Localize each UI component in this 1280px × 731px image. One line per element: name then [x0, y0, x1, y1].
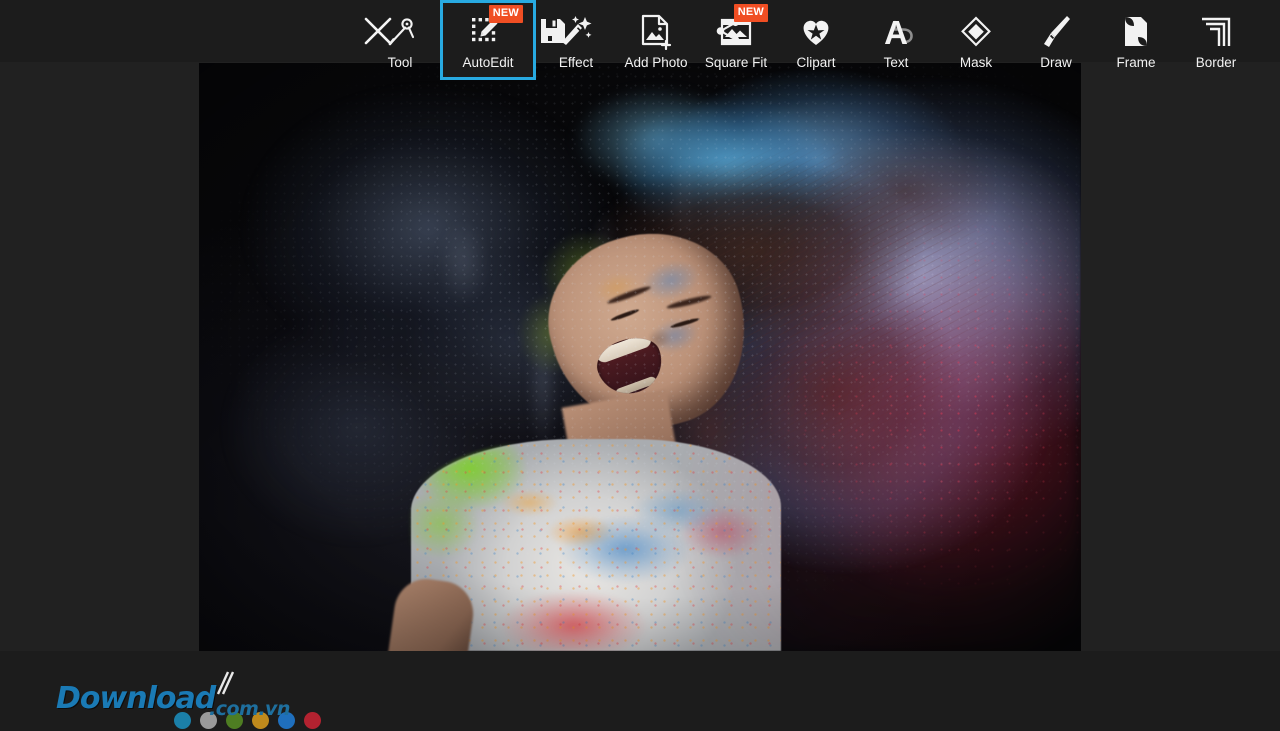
edited-photo	[199, 63, 1081, 651]
tool-item-label: Tool	[388, 56, 413, 70]
tool-item-label: Effect	[559, 56, 593, 70]
mask-diamond-icon	[959, 10, 993, 54]
border-icon	[1200, 10, 1232, 54]
tool-item-clipart[interactable]: Clipart	[776, 2, 856, 78]
tool-item-mask[interactable]: Mask	[936, 2, 1016, 78]
tool-item-label: Square Fit	[705, 56, 767, 70]
svg-text:A: A	[884, 15, 908, 49]
text-a-icon: A	[881, 10, 911, 54]
tool-item-autoedit[interactable]: NEW	[440, 0, 536, 80]
tool-item-label: Draw	[1040, 56, 1072, 70]
bottom-toolbar	[0, 651, 1280, 731]
tool-item-tool[interactable]: Tool	[360, 2, 440, 78]
tool-item-draw[interactable]: Draw	[1016, 2, 1096, 78]
tool-item-text[interactable]: A Text	[856, 2, 936, 78]
photo-vignette	[199, 63, 1081, 651]
add-photo-icon	[640, 10, 672, 54]
tool-item-label: Clipart	[796, 56, 835, 70]
new-badge: NEW	[489, 5, 523, 23]
tool-item-label: AutoEdit	[462, 56, 513, 70]
tool-item-label: Add Photo	[624, 56, 687, 70]
tool-item-square-fit[interactable]: NEW Square Fit	[696, 2, 776, 78]
tool-item-label: Frame	[1116, 56, 1155, 70]
compass-icon	[383, 10, 417, 54]
tool-item-label: Mask	[960, 56, 992, 70]
tool-item-border[interactable]: Border	[1176, 2, 1256, 78]
heart-star-icon	[799, 10, 833, 54]
frame-icon	[1121, 10, 1151, 54]
tool-item-label: Border	[1196, 56, 1237, 70]
tool-item-label: Text	[884, 56, 909, 70]
photo-canvas[interactable]	[199, 63, 1081, 651]
tool-item-effect[interactable]: Effect	[536, 2, 616, 78]
new-badge: NEW	[734, 4, 768, 22]
tool-item-frame[interactable]: Frame	[1096, 2, 1176, 78]
canvas-area	[0, 62, 1280, 651]
editor-tool-strip: Tool NEW	[0, 0, 1280, 80]
magic-wand-icon	[558, 10, 594, 54]
brush-icon	[1040, 10, 1072, 54]
tool-item-add-photo[interactable]: Add Photo	[616, 2, 696, 78]
photo-editor-app: Download .com.vn Tool	[0, 0, 1280, 731]
